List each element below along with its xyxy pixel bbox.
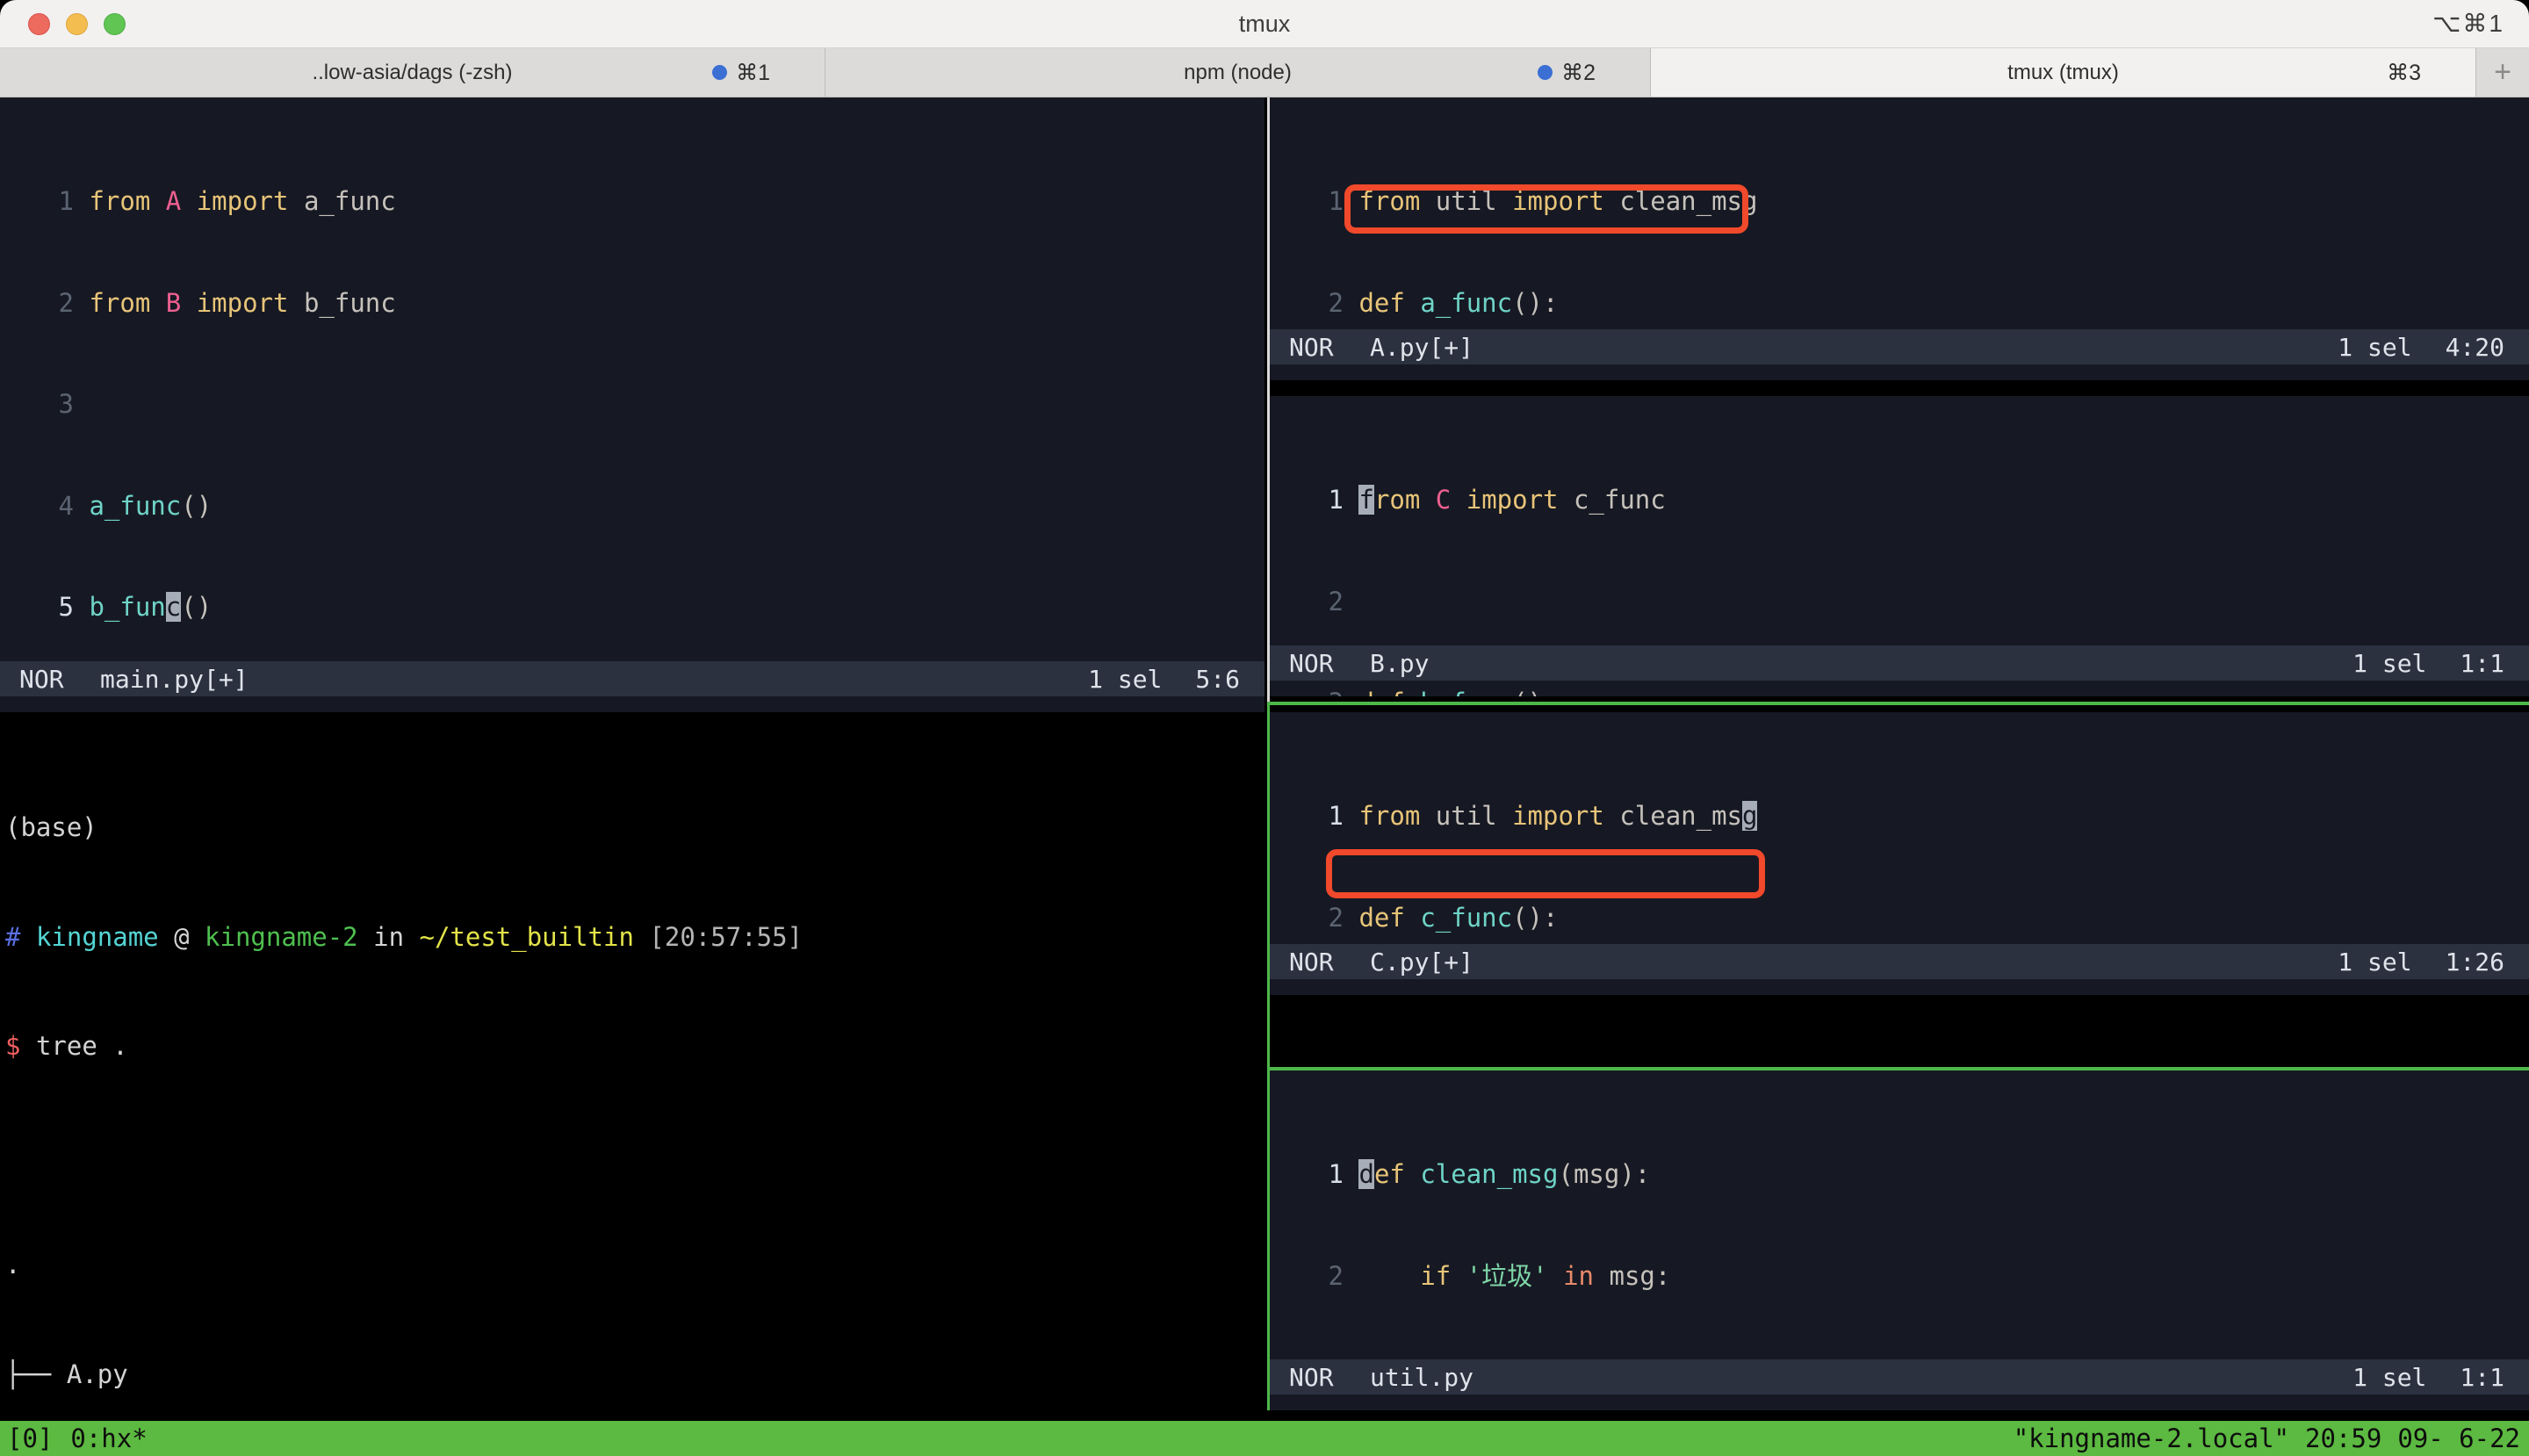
window-title: tmux: [1238, 11, 1291, 37]
editor-mode: NOR: [1289, 648, 1334, 678]
statusline-b-py: NOR B.py 1 sel 1:1: [1270, 645, 2529, 681]
editor-pane-util-py[interactable]: 1 def clean_msg(msg): 2 if '垃圾' in msg: …: [1270, 1070, 2529, 1410]
tab-label: npm (node): [1184, 60, 1292, 84]
selection-count: 1 sel: [2338, 332, 2412, 362]
code-line: 1 from A import a_func: [18, 184, 396, 219]
code-line: 2 def c_func():: [1328, 902, 1559, 933]
tab-shortcut: ⌘3: [2387, 60, 2421, 85]
editor-pane-main-py[interactable]: 1 from A import a_func 2 from B import b…: [0, 97, 1264, 712]
line-number: 1: [58, 186, 74, 216]
editor-mode: NOR: [1289, 332, 1334, 362]
editor-filename: main.py[+]: [100, 664, 249, 694]
code-line: 2: [1328, 586, 1344, 616]
tab-npm-node[interactable]: npm (node) ⌘2: [825, 48, 1651, 97]
code-line: 1 from util import clean_msg: [1328, 801, 1758, 831]
activity-dot-icon: [712, 65, 728, 80]
tmux-hostname: "kingname-2.local": [2013, 1424, 2289, 1453]
cursor-position: 1:1: [2460, 648, 2504, 678]
code-line: 3: [18, 387, 396, 422]
tab-badge: ⌘2: [1538, 60, 1596, 86]
editor-filename: util.py: [1370, 1362, 1474, 1392]
selection-count: 1 sel: [2352, 1362, 2427, 1392]
tree-item: ├── A.py: [5, 1359, 128, 1389]
shell-pane[interactable]: (base) # kingname @ kingname-2 in ~/test…: [0, 712, 1264, 1410]
code-line: 3 def b_func():: [1287, 686, 1666, 696]
tmux-date: 09- 6-22: [2397, 1424, 2520, 1453]
line-number: 5: [58, 592, 74, 622]
selection-count: 1 sel: [2352, 648, 2427, 678]
editor-pane-c-py[interactable]: 1 from util import clean_msg 2 def c_fun…: [1270, 712, 2529, 995]
tmux-status-bar: [0] 0:hx* "kingname-2.local" 20:59 09- 6…: [0, 1421, 2529, 1456]
line-number: 4: [58, 490, 74, 521]
tab-low-asia-dags[interactable]: ..low-asia/dags (-zsh) ⌘1: [0, 48, 825, 97]
cursor-position: 4:20: [2445, 332, 2504, 362]
code-line: 2 from B import b_func: [18, 286, 396, 321]
shell-output: (base) # kingname @ kingname-2 in ~/test…: [5, 737, 803, 1410]
statusline-a-py: NOR A.py[+] 1 sel 4:20: [1270, 329, 2529, 364]
tab-badge: ⌘1: [712, 60, 770, 86]
tab-shortcut: ⌘2: [1561, 60, 1596, 85]
window-shortcut-indicator: ⌥⌘1: [2432, 10, 2504, 37]
selection-count: 1 sel: [2338, 947, 2412, 977]
code-line: 1 def clean_msg(msg):: [1328, 1159, 1651, 1189]
tmux-window-name[interactable]: 0:hx*: [70, 1424, 147, 1453]
editor-filename: C.py[+]: [1370, 947, 1474, 977]
code-area-main-py[interactable]: 1 from A import a_func 2 from B import b…: [18, 117, 396, 692]
editor-mode: NOR: [19, 664, 64, 694]
active-pane-border-top: [1267, 702, 2529, 705]
code-line: 5 b_func(): [18, 590, 396, 624]
tab-label: tmux (tmux): [2007, 60, 2119, 84]
shell-line: .: [5, 1250, 21, 1279]
window-titlebar: tmux ⌥⌘1: [0, 0, 2529, 48]
statusline-main-py: NOR main.py[+] 1 sel 5:6: [0, 661, 1264, 696]
statusline-util-py: NOR util.py 1 sel 1:1: [1270, 1359, 2529, 1395]
code-line: 2 if '垃圾' in msg:: [1328, 1260, 1671, 1291]
new-tab-button[interactable]: +: [2476, 48, 2529, 97]
tmux-session: 1 from A import a_func 2 from B import b…: [0, 97, 2529, 1456]
code-line: 1 from util import clean_msg: [1328, 186, 1758, 216]
tab-bar: ..low-asia/dags (-zsh) ⌘1 npm (node) ⌘2 …: [0, 48, 2529, 97]
tmux-status-right: "kingname-2.local" 20:59 09- 6-22: [2014, 1424, 2520, 1453]
tmux-session-id[interactable]: [0]: [7, 1424, 53, 1453]
cursor-position: 1:26: [2445, 947, 2504, 977]
editor-pane-b-py[interactable]: 1 from C import c_func 2 3 def b_func():…: [1270, 396, 2529, 696]
statusline-c-py: NOR C.py[+] 1 sel 1:26: [1270, 944, 2529, 979]
tab-label: ..low-asia/dags (-zsh): [312, 60, 513, 84]
tab-badge: ⌘3: [2387, 60, 2421, 86]
editor-mode: NOR: [1289, 1362, 1334, 1392]
code-line: 2 def a_func():: [1328, 287, 1559, 318]
code-line: 4 a_func(): [18, 489, 396, 523]
code-line: 1 from C import c_func: [1328, 485, 1666, 515]
line-number: 3: [58, 389, 74, 419]
shell-line: (base): [5, 812, 97, 842]
editor-mode: NOR: [1289, 947, 1334, 977]
activity-dot-icon: [1538, 65, 1553, 80]
editor-pane-a-py[interactable]: 1 from util import clean_msg 2 def a_fun…: [1270, 97, 2529, 380]
selection-count: 1 sel: [1088, 664, 1163, 694]
tmux-status-left: [0] 0:hx*: [7, 1424, 148, 1453]
editor-filename: A.py[+]: [1370, 332, 1474, 362]
tab-tmux[interactable]: tmux (tmux) ⌘3: [1651, 48, 2476, 97]
shell-command-line: $ tree .: [5, 1031, 128, 1061]
cursor-position: 1:1: [2460, 1362, 2504, 1392]
editor-filename: B.py: [1370, 648, 1430, 678]
tmux-time: 20:59: [2305, 1424, 2382, 1453]
cursor-position: 5:6: [1195, 664, 1240, 694]
line-number: 2: [58, 287, 74, 318]
shell-prompt-line: # kingname @ kingname-2 in ~/test_builti…: [5, 921, 803, 952]
tab-shortcut: ⌘1: [736, 60, 770, 85]
